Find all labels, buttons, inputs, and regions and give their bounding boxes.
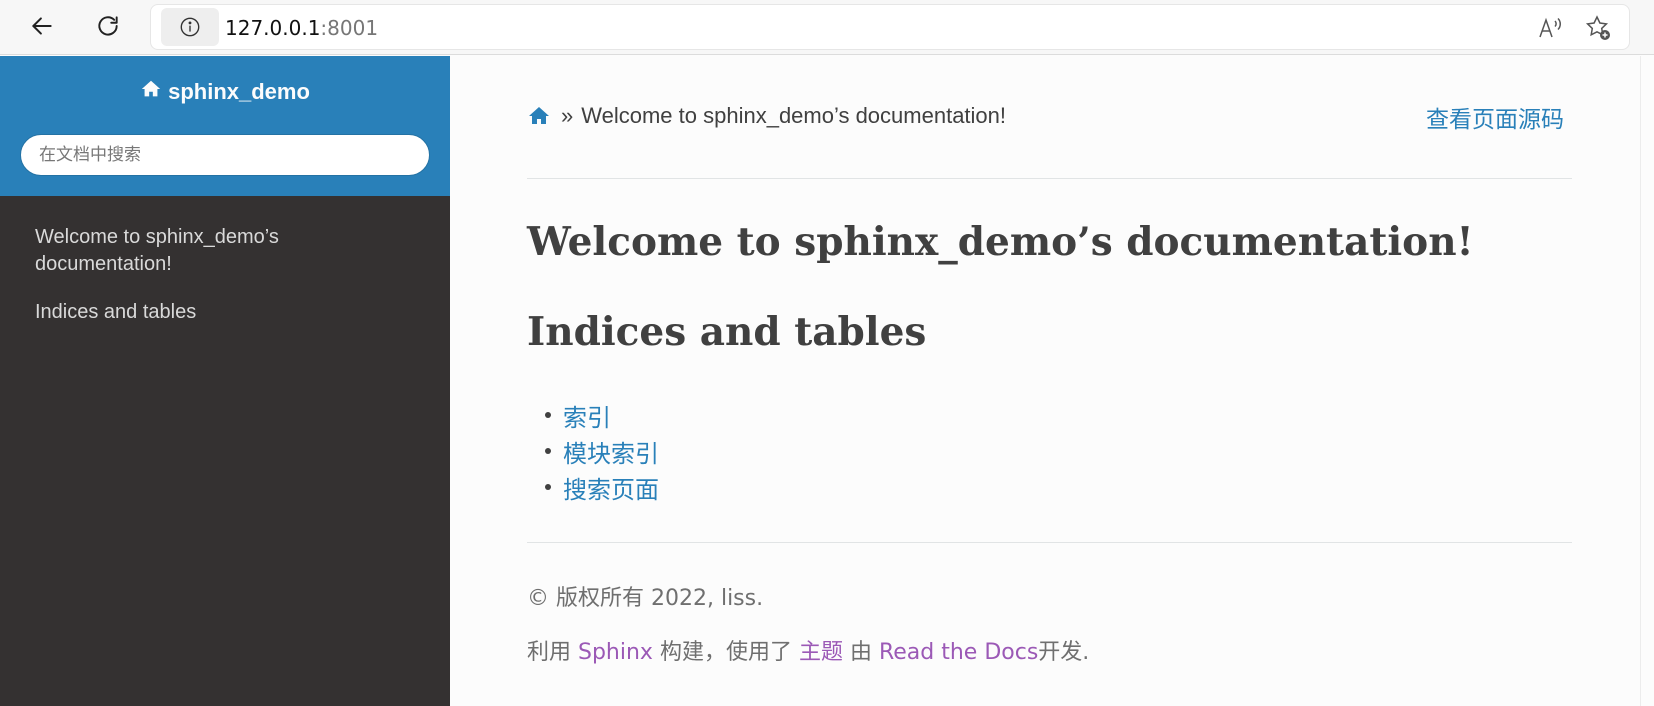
url-host: 127.0.0.1 (225, 16, 321, 40)
sphinx-link[interactable]: Sphinx (578, 640, 653, 665)
breadcrumb-separator: » (561, 103, 574, 128)
page-title: Welcome to sphinx_demo’s documentation! (527, 219, 1474, 265)
bullet-icon (545, 412, 551, 418)
breadcrumb: » Welcome to sphinx_demo’s documentation… (527, 96, 1572, 136)
browser-toolbar: 127.0.0.1:8001 (0, 0, 1654, 55)
read-the-docs-link[interactable]: Read the Docs (879, 640, 1038, 665)
info-icon[interactable] (161, 8, 219, 46)
reload-icon[interactable] (86, 6, 130, 46)
divider (527, 178, 1572, 179)
index-links-list: 索引 模块索引 搜索页面 (545, 397, 659, 505)
search-page-link[interactable]: 搜索页面 (563, 470, 659, 505)
built-with-text: 利用 Sphinx 构建，使用了 主题 由 Read the Docs开发. (527, 634, 1089, 666)
list-item: 模块索引 (545, 433, 659, 469)
scrollbar[interactable] (1640, 56, 1654, 706)
view-source-link[interactable]: 查看页面源码 (1426, 100, 1564, 134)
built-mid2: 由 (842, 640, 879, 665)
section-title: Indices and tables (527, 309, 927, 355)
index-link[interactable]: 索引 (563, 398, 611, 433)
toc-item-welcome[interactable]: Welcome to sphinx_demo’s documentation! (0, 222, 450, 280)
toc-item-indices[interactable]: Indices and tables (0, 297, 450, 328)
sidebar-header: sphinx_demo (0, 56, 450, 196)
url-text[interactable]: 127.0.0.1:8001 (225, 16, 378, 40)
read-aloud-icon[interactable] (1535, 13, 1565, 43)
bullet-icon (545, 484, 551, 490)
list-item: 搜索页面 (545, 469, 659, 505)
address-bar[interactable]: 127.0.0.1:8001 (150, 4, 1630, 50)
theme-link[interactable]: 主题 (799, 640, 843, 665)
back-arrow-icon[interactable] (20, 6, 64, 46)
sidebar: sphinx_demo Welcome to sphinx_demo’s doc… (0, 56, 450, 706)
list-item: 索引 (545, 397, 659, 433)
module-index-link[interactable]: 模块索引 (563, 434, 659, 469)
url-port: :8001 (320, 16, 379, 40)
docs-search-input[interactable] (20, 134, 430, 176)
copyright-text: © 版权所有 2022, liss. (527, 586, 764, 611)
divider (527, 542, 1572, 543)
project-home-link[interactable]: sphinx_demo (0, 78, 450, 106)
home-icon (140, 78, 162, 106)
breadcrumb-current: Welcome to sphinx_demo’s documentation! (581, 103, 1007, 128)
favorite-star-icon[interactable] (1583, 13, 1613, 43)
toc-list: Welcome to sphinx_demo’s documentation! … (0, 222, 450, 328)
project-name: sphinx_demo (168, 79, 310, 104)
bullet-icon (545, 448, 551, 454)
main-content: » Welcome to sphinx_demo’s documentation… (527, 56, 1572, 706)
built-mid1: 构建，使用了 (652, 640, 799, 665)
breadcrumb-home-icon[interactable] (527, 104, 551, 128)
built-suffix: 开发. (1038, 640, 1090, 665)
built-prefix: 利用 (527, 640, 578, 665)
